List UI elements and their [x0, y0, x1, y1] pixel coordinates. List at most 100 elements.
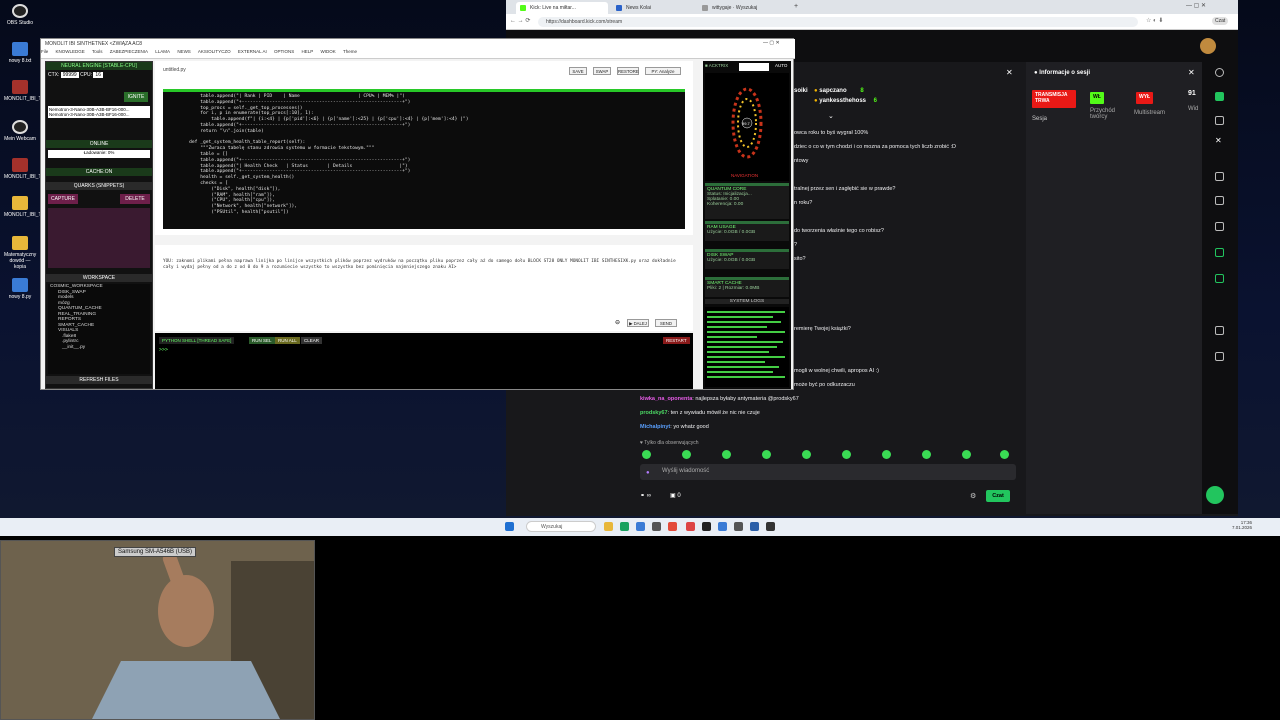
document-icon[interactable]	[1215, 222, 1224, 231]
menu-item[interactable]: WIDOK	[321, 49, 336, 54]
menu-item[interactable]: Tools	[92, 49, 103, 54]
app-icon[interactable]	[734, 522, 743, 531]
refresh-files-button[interactable]: REFRESH FILES	[46, 376, 152, 384]
snippets-list[interactable]	[48, 208, 150, 268]
ai-prompt-text[interactable]: YOU: zaknomi plikami pełna naprawa linij…	[163, 259, 683, 270]
emote-icon[interactable]	[922, 450, 931, 459]
chat-input[interactable]: Wyślij wiadomość	[640, 464, 1016, 480]
layout-icon[interactable]	[1215, 116, 1224, 125]
close-icon[interactable]: ✕	[1215, 136, 1222, 145]
desktop-icon[interactable]: MONOLIT_IBI_TH...	[4, 196, 49, 218]
stop-icon[interactable]: ⊖	[615, 319, 620, 326]
emote-icon[interactable]	[642, 450, 651, 459]
folder-icon[interactable]	[604, 522, 613, 531]
chat-icon[interactable]	[1215, 248, 1224, 257]
run-all-button[interactable]: RUN ALL	[275, 337, 300, 344]
window-controls[interactable]: — ▢ ✕	[1186, 2, 1206, 9]
code-area[interactable]: table.append("| Rank | PID | Name | CPU%…	[163, 89, 685, 229]
menu-item[interactable]: KNOWLEDGE	[56, 49, 85, 54]
browser-tab[interactable]: Kick: Live na miłtar...	[516, 2, 608, 14]
start-icon[interactable]	[505, 522, 514, 531]
desktop-icon[interactable]: nowy 8.txt	[4, 42, 36, 64]
menu-item[interactable]: LLAMA	[155, 49, 170, 54]
menu-item[interactable]: Theme	[343, 49, 357, 54]
chevron-down-icon[interactable]: ⌄	[828, 112, 834, 120]
edge-icon[interactable]	[620, 522, 629, 531]
close-icon[interactable]: ✕	[1188, 68, 1195, 77]
clock[interactable]: 17:36 7.01.2026	[1232, 520, 1252, 530]
editor-tab[interactable]: untitled.py	[163, 67, 186, 73]
app-icon[interactable]	[750, 522, 759, 531]
app-icon[interactable]	[652, 522, 661, 531]
app-icon[interactable]	[686, 522, 695, 531]
profile-button[interactable]: Czat	[1212, 17, 1229, 25]
terminal-icon[interactable]	[702, 522, 711, 531]
menu-item[interactable]: ZABEZPIECZENIA	[110, 49, 148, 54]
chrome-icon[interactable]	[668, 522, 677, 531]
desktop-icon[interactable]: Mein Webcam	[4, 120, 36, 142]
avatar[interactable]	[1200, 38, 1216, 54]
bolt-icon[interactable]	[1215, 196, 1224, 205]
save-button[interactable]: SAVE	[569, 67, 587, 75]
send-chat-button[interactable]: Czat	[986, 490, 1010, 502]
next-button[interactable]: ▶ DALEJ	[627, 319, 649, 327]
model-list[interactable]: Nemotron-3-Nano-30B-A3B-BF16-000... Nemo…	[48, 106, 150, 118]
menu-item[interactable]: NEWS	[177, 49, 191, 54]
file-tree[interactable]: COSMIC_WORKSPACE DISK_SWAP models mózg Q…	[48, 284, 150, 374]
restore-button[interactable]: RESTORE	[617, 67, 639, 75]
model-item[interactable]: Nemotron-3-Nano-30B-A3B-BF16-000...	[49, 112, 149, 117]
app-icon[interactable]	[636, 522, 645, 531]
swap-button[interactable]: SWAP	[593, 67, 611, 75]
auto-toggle[interactable]: AUTO	[775, 63, 787, 68]
emote-icon[interactable]	[962, 450, 971, 459]
taskbar-search[interactable]: Wyszukaj	[526, 521, 596, 532]
info-icon[interactable]	[1215, 68, 1224, 77]
emote-icon[interactable]	[842, 450, 851, 459]
desktop-icon[interactable]: MONOLIT_IBI_THE...	[4, 80, 53, 102]
emote-icon[interactable]	[722, 450, 731, 459]
desktop-icon[interactable]: OBS Studio	[4, 4, 36, 26]
analyze-button[interactable]: PY: Analyze	[645, 67, 681, 75]
help-icon[interactable]	[1206, 486, 1224, 504]
ctx-input[interactable]: 99999	[60, 72, 79, 78]
menu-item[interactable]: HELP	[302, 49, 314, 54]
url-input[interactable]: https://dashboard.kick.com/stream	[538, 17, 1138, 27]
emote-icon[interactable]	[1000, 450, 1009, 459]
restart-button[interactable]: RESTART	[663, 337, 690, 344]
nav-arrows-icon[interactable]: ← → ⟳	[510, 17, 530, 24]
system-logs[interactable]	[705, 307, 789, 387]
menu-item[interactable]: EXTERNAL AI	[238, 49, 267, 54]
delete-button[interactable]: DELETE	[120, 194, 150, 204]
desktop-icon[interactable]: Matematyczny dowód — kopia	[4, 236, 36, 270]
window-controls[interactable]: — ▢ ✕	[763, 40, 780, 46]
expand-icon[interactable]	[1215, 172, 1224, 181]
new-tab-icon[interactable]: +	[794, 3, 798, 10]
app-icon[interactable]	[718, 522, 727, 531]
cpu-input[interactable]: 16	[93, 72, 103, 78]
menu-item[interactable]: AKSIOLITYCZO	[198, 49, 231, 54]
close-icon[interactable]: ✕	[1006, 68, 1013, 77]
wrench-icon[interactable]	[1215, 326, 1224, 335]
browser-toolbar-icons[interactable]: ☆ ◐ ⬇	[1146, 17, 1163, 24]
browser-tab[interactable]: wittygaje · Wyszukaj	[698, 2, 792, 14]
clear-button[interactable]: CLEAR	[301, 337, 323, 344]
gear-icon[interactable]: ⚙	[970, 492, 976, 500]
send-button[interactable]: SEND	[655, 319, 677, 327]
tree-item[interactable]: __init__.py	[50, 345, 150, 351]
app-icon[interactable]	[766, 522, 775, 531]
desktop-icon[interactable]: nowy 8.py	[4, 278, 36, 300]
broadcast-icon[interactable]	[1215, 274, 1224, 283]
menu-item[interactable]: File	[41, 49, 48, 54]
microphone-icon[interactable]: ●	[646, 470, 650, 476]
menu-item[interactable]: OPTIONS	[274, 49, 294, 54]
run-selection-button[interactable]: RUN SEL	[249, 337, 275, 344]
emote-icon[interactable]	[802, 450, 811, 459]
ignite-button[interactable]: IGNITE	[124, 92, 148, 102]
share-icon[interactable]	[1215, 352, 1224, 361]
emote-icon[interactable]	[682, 450, 691, 459]
check-icon[interactable]	[1215, 92, 1224, 101]
capture-button[interactable]: CAPTURE	[48, 194, 78, 204]
emote-icon[interactable]	[882, 450, 891, 459]
browser-tab[interactable]: News Kolai	[612, 2, 696, 14]
desktop-icon[interactable]: MONOLIT_IBI_TH...	[4, 158, 49, 180]
